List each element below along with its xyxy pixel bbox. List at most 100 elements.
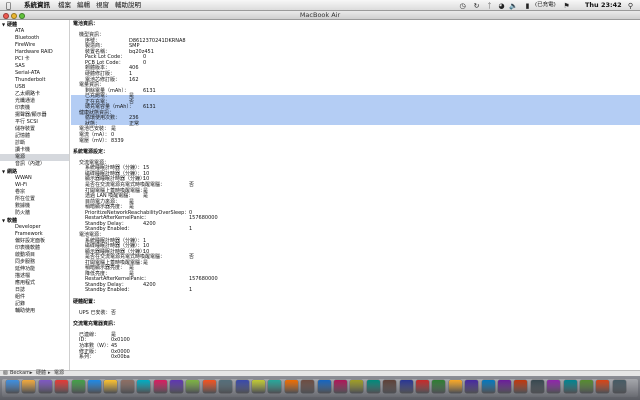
sidebar-item[interactable]: FireWire — [15, 42, 35, 49]
dock-app-icon[interactable] — [38, 380, 52, 393]
dock-app-icon[interactable] — [301, 380, 315, 393]
dock-app-icon[interactable] — [514, 380, 528, 393]
sidebar-group[interactable]: ▼ 軟體 — [2, 217, 17, 224]
dock-app-icon[interactable] — [563, 380, 577, 393]
sidebar-item[interactable]: 啟動項目 — [15, 252, 35, 259]
sidebar-item[interactable]: 乙太網路卡 — [15, 91, 40, 98]
dock-app-icon[interactable] — [252, 380, 265, 393]
dock-app-icon[interactable] — [334, 380, 347, 393]
dock-app-icon[interactable] — [104, 380, 118, 393]
dock-app-icon[interactable] — [120, 380, 134, 393]
sidebar[interactable]: ▼ 硬體 ATA Bluetooth FireWire Hardware RAID PCI … — [0, 20, 70, 370]
property-label: UPS 已安裝： — [79, 309, 111, 316]
sidebar-item[interactable]: USB — [15, 84, 25, 91]
dock-app-icon[interactable] — [465, 380, 479, 393]
sidebar-item[interactable]: 描述檔 — [15, 273, 30, 280]
sidebar-item[interactable]: Serial-ATA — [15, 70, 40, 77]
dock-app-icon[interactable] — [432, 380, 446, 393]
time-machine-icon[interactable]: ◷ — [458, 1, 467, 10]
dock-app-icon[interactable] — [580, 380, 593, 393]
dock-app-icon[interactable] — [498, 380, 511, 393]
dock-app-icon[interactable] — [170, 380, 183, 393]
sidebar-item[interactable]: 所在位置 — [15, 196, 35, 203]
sidebar-item[interactable]: Hardware RAID — [15, 49, 53, 56]
wifi-icon[interactable]: ◕ — [497, 1, 506, 10]
dock-app-icon[interactable] — [416, 380, 429, 393]
apple-menu-icon[interactable]:  — [6, 0, 11, 11]
spotlight-search-icon[interactable]: ⚲ — [626, 1, 635, 10]
sidebar-item[interactable]: 輔助使用 — [15, 308, 35, 315]
dock-app-icon[interactable] — [71, 380, 85, 393]
dock-app-icon[interactable] — [284, 380, 298, 393]
dock-app-icon[interactable] — [22, 380, 36, 393]
dock-app-icon[interactable] — [317, 380, 331, 393]
dock-app-icon[interactable] — [612, 380, 626, 393]
sidebar-item[interactable]: Framework — [15, 231, 43, 238]
dock-app-icon[interactable] — [202, 380, 216, 393]
sidebar-item[interactable]: ATA — [15, 28, 24, 35]
system-information-window: MacBook Air ▼ 硬體 ATA Bluetooth FireWire Hardw… — [0, 11, 640, 376]
bluetooth-icon[interactable]: ᛏ — [485, 1, 494, 10]
sidebar-item[interactable]: Bluetooth — [15, 35, 39, 42]
sidebar-item[interactable]: Thunderbolt — [15, 77, 45, 84]
sidebar-item[interactable]: WWAN — [15, 175, 32, 182]
sidebar-item[interactable]: 揚聲器/顯示器 — [15, 112, 47, 119]
sidebar-item[interactable]: 日誌 — [15, 287, 25, 294]
dock-app-icon[interactable] — [596, 380, 610, 393]
flag-icon[interactable]: ⚑ — [562, 1, 571, 10]
sidebar-item[interactable]: 記憶體 — [15, 133, 30, 140]
sidebar-group[interactable]: ▼ 硬體 — [2, 21, 17, 28]
sidebar-item[interactable]: 音訊（內建） — [15, 161, 45, 168]
detail-pane[interactable]: 電池資訊： 機型資訊： 序號： D8612370241DKRNA8 製造商： SMP 裝置名… — [71, 20, 640, 370]
sidebar-item[interactable]: Wi-Fi — [15, 182, 27, 189]
dock-app-icon[interactable] — [219, 380, 233, 393]
sidebar-item[interactable]: 診斷 — [15, 140, 25, 147]
dock-app-icon[interactable] — [153, 380, 167, 393]
dock-app-icon[interactable] — [547, 380, 561, 393]
dock-app-icon[interactable] — [350, 380, 364, 393]
dock-app-icon[interactable] — [366, 380, 380, 393]
dock-app-icon[interactable] — [268, 380, 282, 393]
menu-help[interactable]: 輔助說明 — [115, 0, 141, 11]
volume-icon[interactable]: 🔈 — [509, 1, 518, 10]
sidebar-item[interactable]: 印表機軟體 — [15, 245, 40, 252]
dock-app-icon[interactable] — [383, 380, 397, 393]
sidebar-item[interactable]: 應用程式 — [15, 280, 35, 287]
dock-app-icon[interactable] — [55, 380, 69, 393]
dock-app-icon[interactable] — [88, 380, 101, 393]
sidebar-item[interactable]: 印表機 — [15, 105, 30, 112]
dock-app-icon[interactable] — [399, 380, 413, 393]
sidebar-item[interactable]: 電源 — [0, 154, 69, 161]
sidebar-item[interactable]: Developer — [15, 224, 41, 231]
sidebar-item[interactable]: PCI 卡 — [15, 56, 30, 63]
sync-icon[interactable]: ↻ — [472, 1, 481, 10]
sidebar-item[interactable]: 讀卡機 — [15, 147, 30, 154]
sidebar-item[interactable]: 防火牆 — [15, 210, 30, 217]
dock-app-icon[interactable] — [6, 380, 19, 393]
sidebar-item[interactable]: 延伸功能 — [15, 266, 35, 273]
dock-app-icon[interactable] — [137, 380, 151, 393]
dock-app-icon[interactable] — [448, 380, 462, 393]
sidebar-item[interactable]: 平行 SCSI — [15, 119, 38, 126]
dock-app-icon[interactable] — [530, 380, 544, 393]
battery-icon[interactable]: ▮ — [522, 1, 533, 10]
battery-status-text[interactable]: (已充電) — [535, 0, 556, 11]
sidebar-item[interactable]: 儲存裝置 — [15, 126, 35, 133]
dock-app-icon[interactable] — [186, 380, 200, 393]
menu-app[interactable]: 系統資訊 — [24, 0, 50, 11]
menu-edit[interactable]: 編輯 — [77, 0, 90, 11]
sidebar-item[interactable]: SAS — [15, 63, 25, 70]
menu-window[interactable]: 視窗 — [96, 0, 109, 11]
dock-app-icon[interactable] — [235, 380, 249, 393]
clock[interactable]: Thu 23:42 — [585, 0, 622, 11]
sidebar-item[interactable]: 卷宗 — [15, 189, 25, 196]
dock-app-icon[interactable] — [481, 380, 495, 393]
sidebar-item[interactable]: 記錄 — [15, 301, 25, 308]
sidebar-item[interactable]: 數據機 — [15, 203, 30, 210]
sidebar-item[interactable]: 偏好設定面板 — [15, 238, 45, 245]
sidebar-group[interactable]: ▼ 網路 — [2, 168, 17, 175]
menu-file[interactable]: 檔案 — [58, 0, 71, 11]
sidebar-item[interactable]: 同步服務 — [15, 259, 35, 266]
sidebar-item[interactable]: 組件 — [15, 294, 25, 301]
sidebar-item[interactable]: 光纖通道 — [15, 98, 35, 105]
